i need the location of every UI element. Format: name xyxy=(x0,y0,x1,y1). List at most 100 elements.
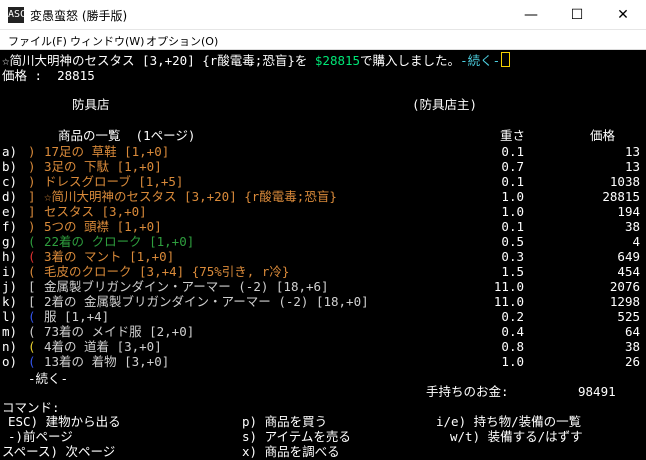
item-weight: 0.2 xyxy=(501,309,524,324)
item-price: 2076 xyxy=(609,279,640,294)
item-key: c) xyxy=(2,174,18,189)
item-name: 5つの 頭襟 [1,+0] xyxy=(44,219,162,234)
item-name: 13着の 着物 [3,+0] xyxy=(44,354,170,369)
item-key: e) xyxy=(2,204,18,219)
item-weight: 1.0 xyxy=(501,204,524,219)
item-price: 649 xyxy=(617,249,640,264)
item-key: o) xyxy=(2,354,18,369)
item-price: 64 xyxy=(624,324,640,339)
game-terminal[interactable]: ☆简川大明神のセスタス [3,+20] {r酸電毒;恐盲}を $28815で購入… xyxy=(0,50,646,460)
command-examine[interactable]: x) 商品を調べる xyxy=(242,444,340,460)
item-weight: 1.0 xyxy=(501,189,524,204)
item-price: 38 xyxy=(624,219,640,234)
item-symbol-icon: [ xyxy=(28,279,36,294)
item-name: 2着の 金属製ブリガンダイン・アーマー (-2) [18,+0] xyxy=(44,294,369,309)
item-price: 38 xyxy=(624,339,640,354)
item-name: 4着の 道着 [3,+0] xyxy=(44,339,162,354)
item-weight: 11.0 xyxy=(493,294,524,309)
item-weight: 0.1 xyxy=(501,144,524,159)
item-name: セスタス [3,+0] xyxy=(44,204,147,219)
item-symbol-icon: [ xyxy=(28,294,36,309)
item-name: 17足の 草鞋 [1,+0] xyxy=(44,144,170,159)
item-name: 22着の クローク [1,+0] xyxy=(44,234,195,249)
item-price: 28815 xyxy=(602,189,640,204)
item-weight: 1.0 xyxy=(501,354,524,369)
item-symbol-icon: ) xyxy=(28,159,36,174)
item-key: f) xyxy=(2,219,18,234)
store-owner: (防具店主) xyxy=(412,97,478,112)
item-symbol-icon: ) xyxy=(28,144,36,159)
item-key: m) xyxy=(2,324,18,339)
item-price: 194 xyxy=(617,204,640,219)
window-title: 変愚蛮怒 (勝手版) xyxy=(30,9,128,23)
command-exit[interactable]: ESC) 建物から出る xyxy=(8,414,121,430)
close-button[interactable]: ✕ xyxy=(600,0,646,30)
item-key: j) xyxy=(2,279,18,294)
command-inventory[interactable]: i/e) 持ち物/装備の一覧 xyxy=(436,414,581,430)
minimize-button[interactable]: — xyxy=(508,0,554,30)
title-bar[interactable]: ASCII 変愚蛮怒 (勝手版) — ☐ ✕ xyxy=(0,0,646,30)
item-symbol-icon: ) xyxy=(28,219,36,234)
item-key: l) xyxy=(2,309,18,324)
item-key: n) xyxy=(2,339,18,354)
command-sell[interactable]: s) アイテムを売る xyxy=(242,429,351,445)
item-key: b) xyxy=(2,159,18,174)
menu-options[interactable]: オプション(O) xyxy=(146,33,218,49)
purchase-price: $28815 xyxy=(314,53,361,68)
item-symbol-icon: ) xyxy=(28,174,36,189)
item-key: i) xyxy=(2,264,18,279)
item-price: 1038 xyxy=(609,174,640,189)
item-weight: 11.0 xyxy=(493,279,524,294)
item-symbol-icon: ( xyxy=(28,324,36,339)
item-price: 454 xyxy=(617,264,640,279)
command-equip[interactable]: w/t) 装備する/はずす xyxy=(450,429,583,445)
item-price: 525 xyxy=(617,309,640,324)
command-prev-page[interactable]: -)前ページ xyxy=(8,429,73,445)
item-price: 1298 xyxy=(609,294,640,309)
item-symbol-icon: ( xyxy=(28,264,36,279)
command-next-page[interactable]: スペース) 次ページ xyxy=(2,444,115,460)
item-list-header: 商品の一覧 (1ページ) xyxy=(58,128,196,143)
command-buy[interactable]: p) 商品を買う xyxy=(242,414,327,430)
item-weight: 0.3 xyxy=(501,249,524,264)
purchase-message: ☆简川大明神のセスタス [3,+20] {r酸電毒;恐盲}を $28815で購入… xyxy=(2,52,511,69)
item-symbol-icon: ] xyxy=(28,189,36,204)
maximize-button[interactable]: ☐ xyxy=(554,0,600,30)
price-header: 価格 xyxy=(590,128,616,143)
item-symbol-icon: ( xyxy=(28,339,36,354)
purchase-message-text: ☆简川大明神のセスタス [3,+20] {r酸電毒;恐盲}を xyxy=(2,53,315,68)
item-price: 13 xyxy=(624,159,640,174)
item-key: h) xyxy=(2,249,18,264)
item-name: ☆简川大明神のセスタス [3,+20] {r酸電毒;恐盲} xyxy=(44,189,337,204)
menu-file[interactable]: ファイル(F) xyxy=(8,33,67,49)
list-more-prompt: -続く- xyxy=(28,371,69,386)
item-name: 73着の メイド服 [2,+0] xyxy=(44,324,195,339)
item-name: 3着の マント [1,+0] xyxy=(44,249,175,264)
store-name: 防具店 xyxy=(72,97,110,112)
item-symbol-icon: ( xyxy=(28,234,36,249)
item-symbol-icon: ( xyxy=(28,354,36,369)
purchase-message-suffix: で購入しました。 xyxy=(360,53,461,68)
item-price: 13 xyxy=(624,144,640,159)
game-window: ASCII 変愚蛮怒 (勝手版) — ☐ ✕ ファイル(F) ウィンドウ(W) … xyxy=(0,0,646,460)
text-cursor xyxy=(501,52,511,67)
more-prompt: -続く- xyxy=(460,53,501,68)
item-weight: 1.5 xyxy=(501,264,524,279)
item-price: 26 xyxy=(624,354,640,369)
item-key: g) xyxy=(2,234,18,249)
item-symbol-icon: ] xyxy=(28,204,36,219)
item-name: ドレスグローブ [1,+5] xyxy=(44,174,184,189)
menu-bar: ファイル(F) ウィンドウ(W) オプション(O) xyxy=(0,30,646,50)
item-weight: 0.1 xyxy=(501,219,524,234)
item-weight: 0.7 xyxy=(501,159,524,174)
item-symbol-icon: ( xyxy=(28,249,36,264)
item-weight: 0.8 xyxy=(501,339,524,354)
price-line: 価格 : 28815 xyxy=(2,68,95,83)
item-key: a) xyxy=(2,144,18,159)
item-name: 3足の 下駄 [1,+0] xyxy=(44,159,162,174)
item-symbol-icon: ( xyxy=(28,309,36,324)
item-key: k) xyxy=(2,294,18,309)
app-icon: ASCII xyxy=(8,7,38,23)
menu-window[interactable]: ウィンドウ(W) xyxy=(70,33,144,49)
item-weight: 0.4 xyxy=(501,324,524,339)
